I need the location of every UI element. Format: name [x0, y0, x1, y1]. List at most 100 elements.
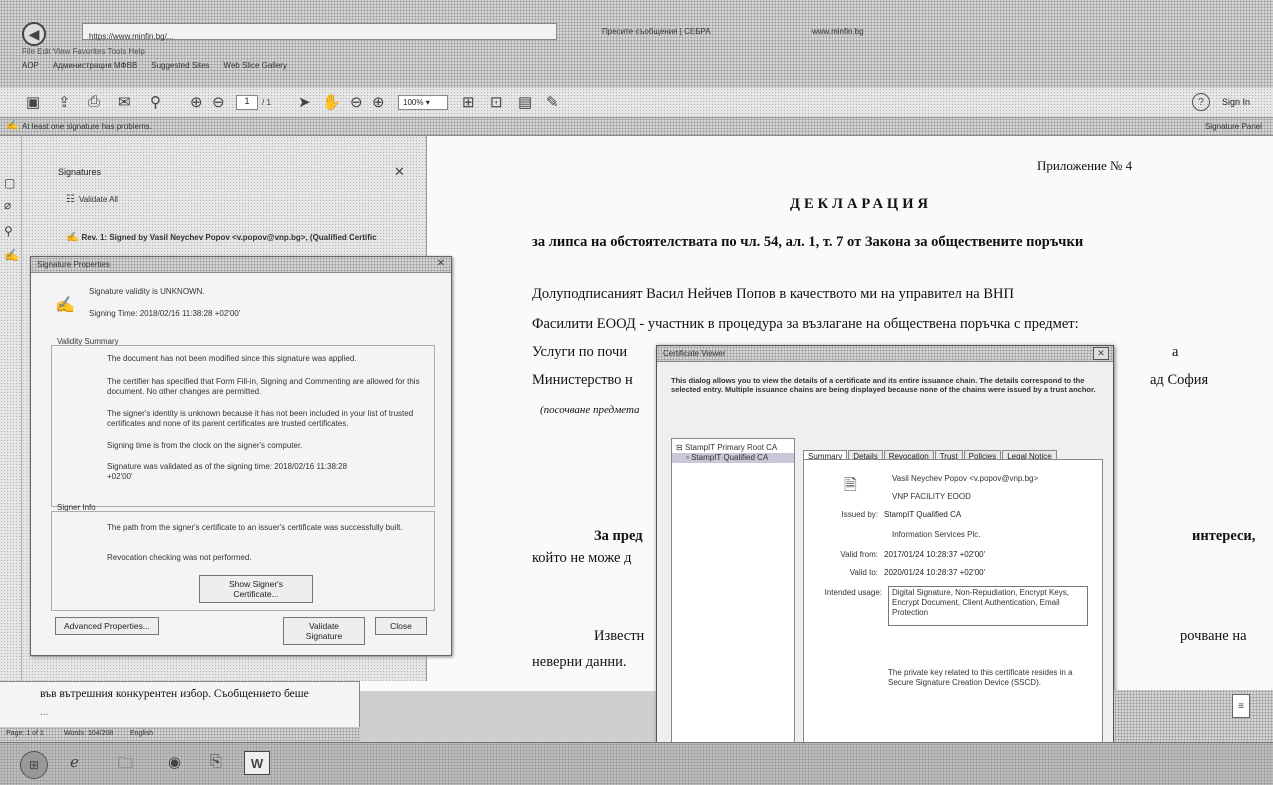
validate-all-button[interactable]: ☷ Validate All: [66, 194, 118, 205]
tab-1-label: Пресите съобщения | СЕБРА: [602, 27, 711, 36]
doc-header-right: Приложение № 4: [1037, 158, 1133, 173]
browser-menu-bar[interactable]: File Edit View Favorites Tools Help: [22, 47, 145, 57]
upload-icon[interactable]: ⇪: [58, 93, 71, 111]
signature-notice-bar: ✍ At least one signature has problems. S…: [0, 118, 1273, 136]
notice-text: At least one signature has problems.: [22, 122, 152, 131]
summary-line-3: The signer's identity is unknown because…: [107, 409, 414, 428]
page-number-input[interactable]: 1: [236, 95, 258, 110]
desktop-background: ≡: [1114, 690, 1273, 742]
acrobat-toolbar: ▣ ⇪ ⎙ ✉ ⚲ ⊕ ⊖ 1 / 1 ➤ ✋ ⊖ ⊕ 100% ▾ ⊞ ⊡ ▤…: [0, 88, 1273, 118]
zoom-out-icon[interactable]: ⊖: [350, 93, 363, 111]
close-button[interactable]: Close: [375, 617, 427, 635]
doc-p1-line4-end: ад София: [1150, 372, 1209, 388]
doc-p3-line1-end: рочване на: [1180, 628, 1247, 644]
intended-usage-box[interactable]: Digital Signature, Non-Repudiation, Encr…: [888, 586, 1088, 626]
cert-valid-from-row: Valid from: 2017/01/24 10:28:37 +02'00': [822, 550, 1092, 560]
status-language: English: [130, 730, 153, 737]
pages-icon[interactable]: ▢: [4, 176, 15, 190]
cert-valid-to-row: Valid to: 2020/01/24 10:28:37 +02'00': [822, 568, 1092, 578]
bg-doc-line-1: във вътрешния конкурентен избор. Съобщен…: [40, 688, 309, 700]
summary-line-4: Signing time is from the clock on the si…: [107, 441, 303, 450]
bookmark-suggested[interactable]: Suggested Sites: [151, 61, 209, 71]
zoom-in-icon[interactable]: ⊕: [372, 93, 385, 111]
advanced-properties-button[interactable]: Advanced Properties...: [55, 617, 159, 635]
sig-signing-time: Signing Time: 2018/02/16 11:38:28 +02'00…: [89, 309, 241, 318]
zoom-select[interactable]: 100% ▾: [398, 95, 448, 110]
certificate-viewer-dialog: Certificate Viewer ✕ This dialog allows …: [656, 345, 1114, 785]
media-icon[interactable]: ◉: [168, 753, 181, 771]
doc-p2-line2: който не може д: [532, 550, 632, 566]
signature-entry-label: Rev. 1: Signed by Vasil Neychev Popov <v…: [81, 232, 377, 242]
bookmark-webslice[interactable]: Web Slice Gallery: [224, 61, 287, 71]
email-icon[interactable]: ✉: [118, 93, 131, 111]
doc-title: ДЕКЛАРАЦИЯ: [790, 196, 932, 212]
pen-icon[interactable]: ✎: [546, 93, 559, 111]
print-icon[interactable]: ⎙: [88, 93, 100, 110]
doc-p3-line2: неверни данни.: [532, 654, 627, 670]
tree-node-qualified[interactable]: ▫ StampIT Qualified CA: [672, 453, 794, 463]
cert-chain-tree: ⊟ StampIT Primary Root CA ▫ StampIT Qual…: [671, 438, 795, 785]
doc-subtitle: за липса на обстоятелствата по чл. 54, а…: [532, 234, 1084, 250]
hand-tool-icon[interactable]: ✋: [322, 93, 341, 111]
cert-subject-org: VNP FACILITY EOOD: [892, 492, 971, 501]
validate-signature-button[interactable]: Validate Signature: [283, 617, 365, 645]
address-bar[interactable]: https://www.minfin.bg/...: [82, 23, 557, 41]
comment-icon[interactable]: ▤: [518, 93, 532, 111]
back-arrow-icon[interactable]: ◀: [22, 22, 46, 46]
bookmark-aop[interactable]: AOP: [22, 61, 39, 71]
ie-icon[interactable]: ℯ: [70, 753, 79, 771]
browser-tab-2[interactable]: www.minfin.bg: [812, 27, 922, 37]
issued-by-value: StampIT Qualified CA: [884, 510, 962, 519]
sig-props-close-icon[interactable]: ✕: [437, 258, 445, 269]
sig-validity: Signature validity is UNKNOWN.: [89, 287, 205, 296]
page-up-icon[interactable]: ⊕: [190, 93, 203, 111]
signatures-panel-title: Signatures: [58, 167, 102, 177]
cert-intro-text: This dialog allows you to view the detai…: [671, 376, 1096, 394]
signature-panel-button[interactable]: Signature Panel: [1205, 122, 1262, 132]
taskbar: ⊞ ℯ 🗀 ◉ ⎘ W: [0, 742, 1273, 785]
tab-2-label: www.minfin.bg: [812, 27, 864, 36]
browser-chrome: [0, 0, 1273, 88]
attachment-icon[interactable]: ⌀: [4, 198, 11, 212]
search-panel-icon[interactable]: ⚲: [4, 224, 13, 238]
doc-p1-line3: Услуги по почи: [532, 344, 628, 360]
valid-to-value: 2020/01/24 10:28:37 +02'00': [884, 568, 986, 577]
warning-pen-icon: ✍: [6, 120, 19, 131]
browser-tab-1[interactable]: Пресите съобщения | СЕБРА: [602, 27, 772, 37]
save-icon[interactable]: ▣: [26, 93, 40, 111]
cert-viewer-titlebar: Certificate Viewer ✕: [657, 346, 1113, 362]
page-current: 1: [244, 96, 250, 106]
explorer-icon[interactable]: 🗀: [118, 753, 133, 778]
doc-p2-line1-end: интереси,: [1192, 528, 1256, 544]
show-signer-certificate-button[interactable]: Show Signer's Certificate...: [199, 575, 313, 603]
fit-page-icon[interactable]: ⊞: [462, 93, 475, 111]
background-word-document: във вътрешния конкурентен избор. Съобщен…: [0, 681, 360, 727]
page-down-icon[interactable]: ⊖: [212, 93, 225, 111]
signature-entry[interactable]: ✍ Rev. 1: Signed by Vasil Neychev Popov …: [66, 232, 421, 243]
acrobat-icon[interactable]: ⎘: [210, 753, 222, 770]
tree-node-root-label: StampIT Primary Root CA: [684, 443, 778, 452]
select-cursor-icon[interactable]: ➤: [298, 93, 311, 111]
help-icon[interactable]: ?: [1192, 93, 1210, 111]
doc-p1-note: (посочване предмета: [540, 404, 640, 416]
summary-line-1: The document has not been modified since…: [107, 354, 357, 363]
start-button-icon[interactable]: ⊞: [20, 751, 48, 779]
search-icon[interactable]: ⚲: [150, 93, 161, 111]
url-text: https://www.minfin.bg/...: [89, 32, 174, 41]
sign-in-link[interactable]: Sign In: [1222, 96, 1250, 108]
signature-panel-icon[interactable]: ✍: [4, 248, 19, 262]
bookmark-admin[interactable]: Администрация МФВВ: [53, 61, 137, 71]
fit-width-icon[interactable]: ⊡: [490, 93, 503, 111]
tree-node-root[interactable]: ⊟ StampIT Primary Root CA: [672, 439, 794, 453]
zoom-value: 100%: [403, 98, 424, 107]
close-panel-icon[interactable]: ✕: [394, 164, 405, 180]
word-status-bar: Page: 1 of 1 Words: 104/208 English: [0, 727, 360, 741]
status-words: Words: 104/208: [64, 730, 114, 737]
cert-summary-panel: 🗎 Vasil Neychev Popov <v.popov@vnp.bg> V…: [803, 459, 1103, 785]
word-taskbar-icon[interactable]: W: [244, 751, 270, 775]
desktop-file-icon[interactable]: ≡: [1232, 694, 1250, 718]
cert-viewer-close-icon[interactable]: ✕: [1093, 347, 1109, 360]
doc-p2-line1: За пред: [594, 528, 643, 544]
valid-from-value: 2017/01/24 10:28:37 +02'00': [884, 550, 986, 559]
signature-warning-icon: ✍: [66, 232, 79, 243]
